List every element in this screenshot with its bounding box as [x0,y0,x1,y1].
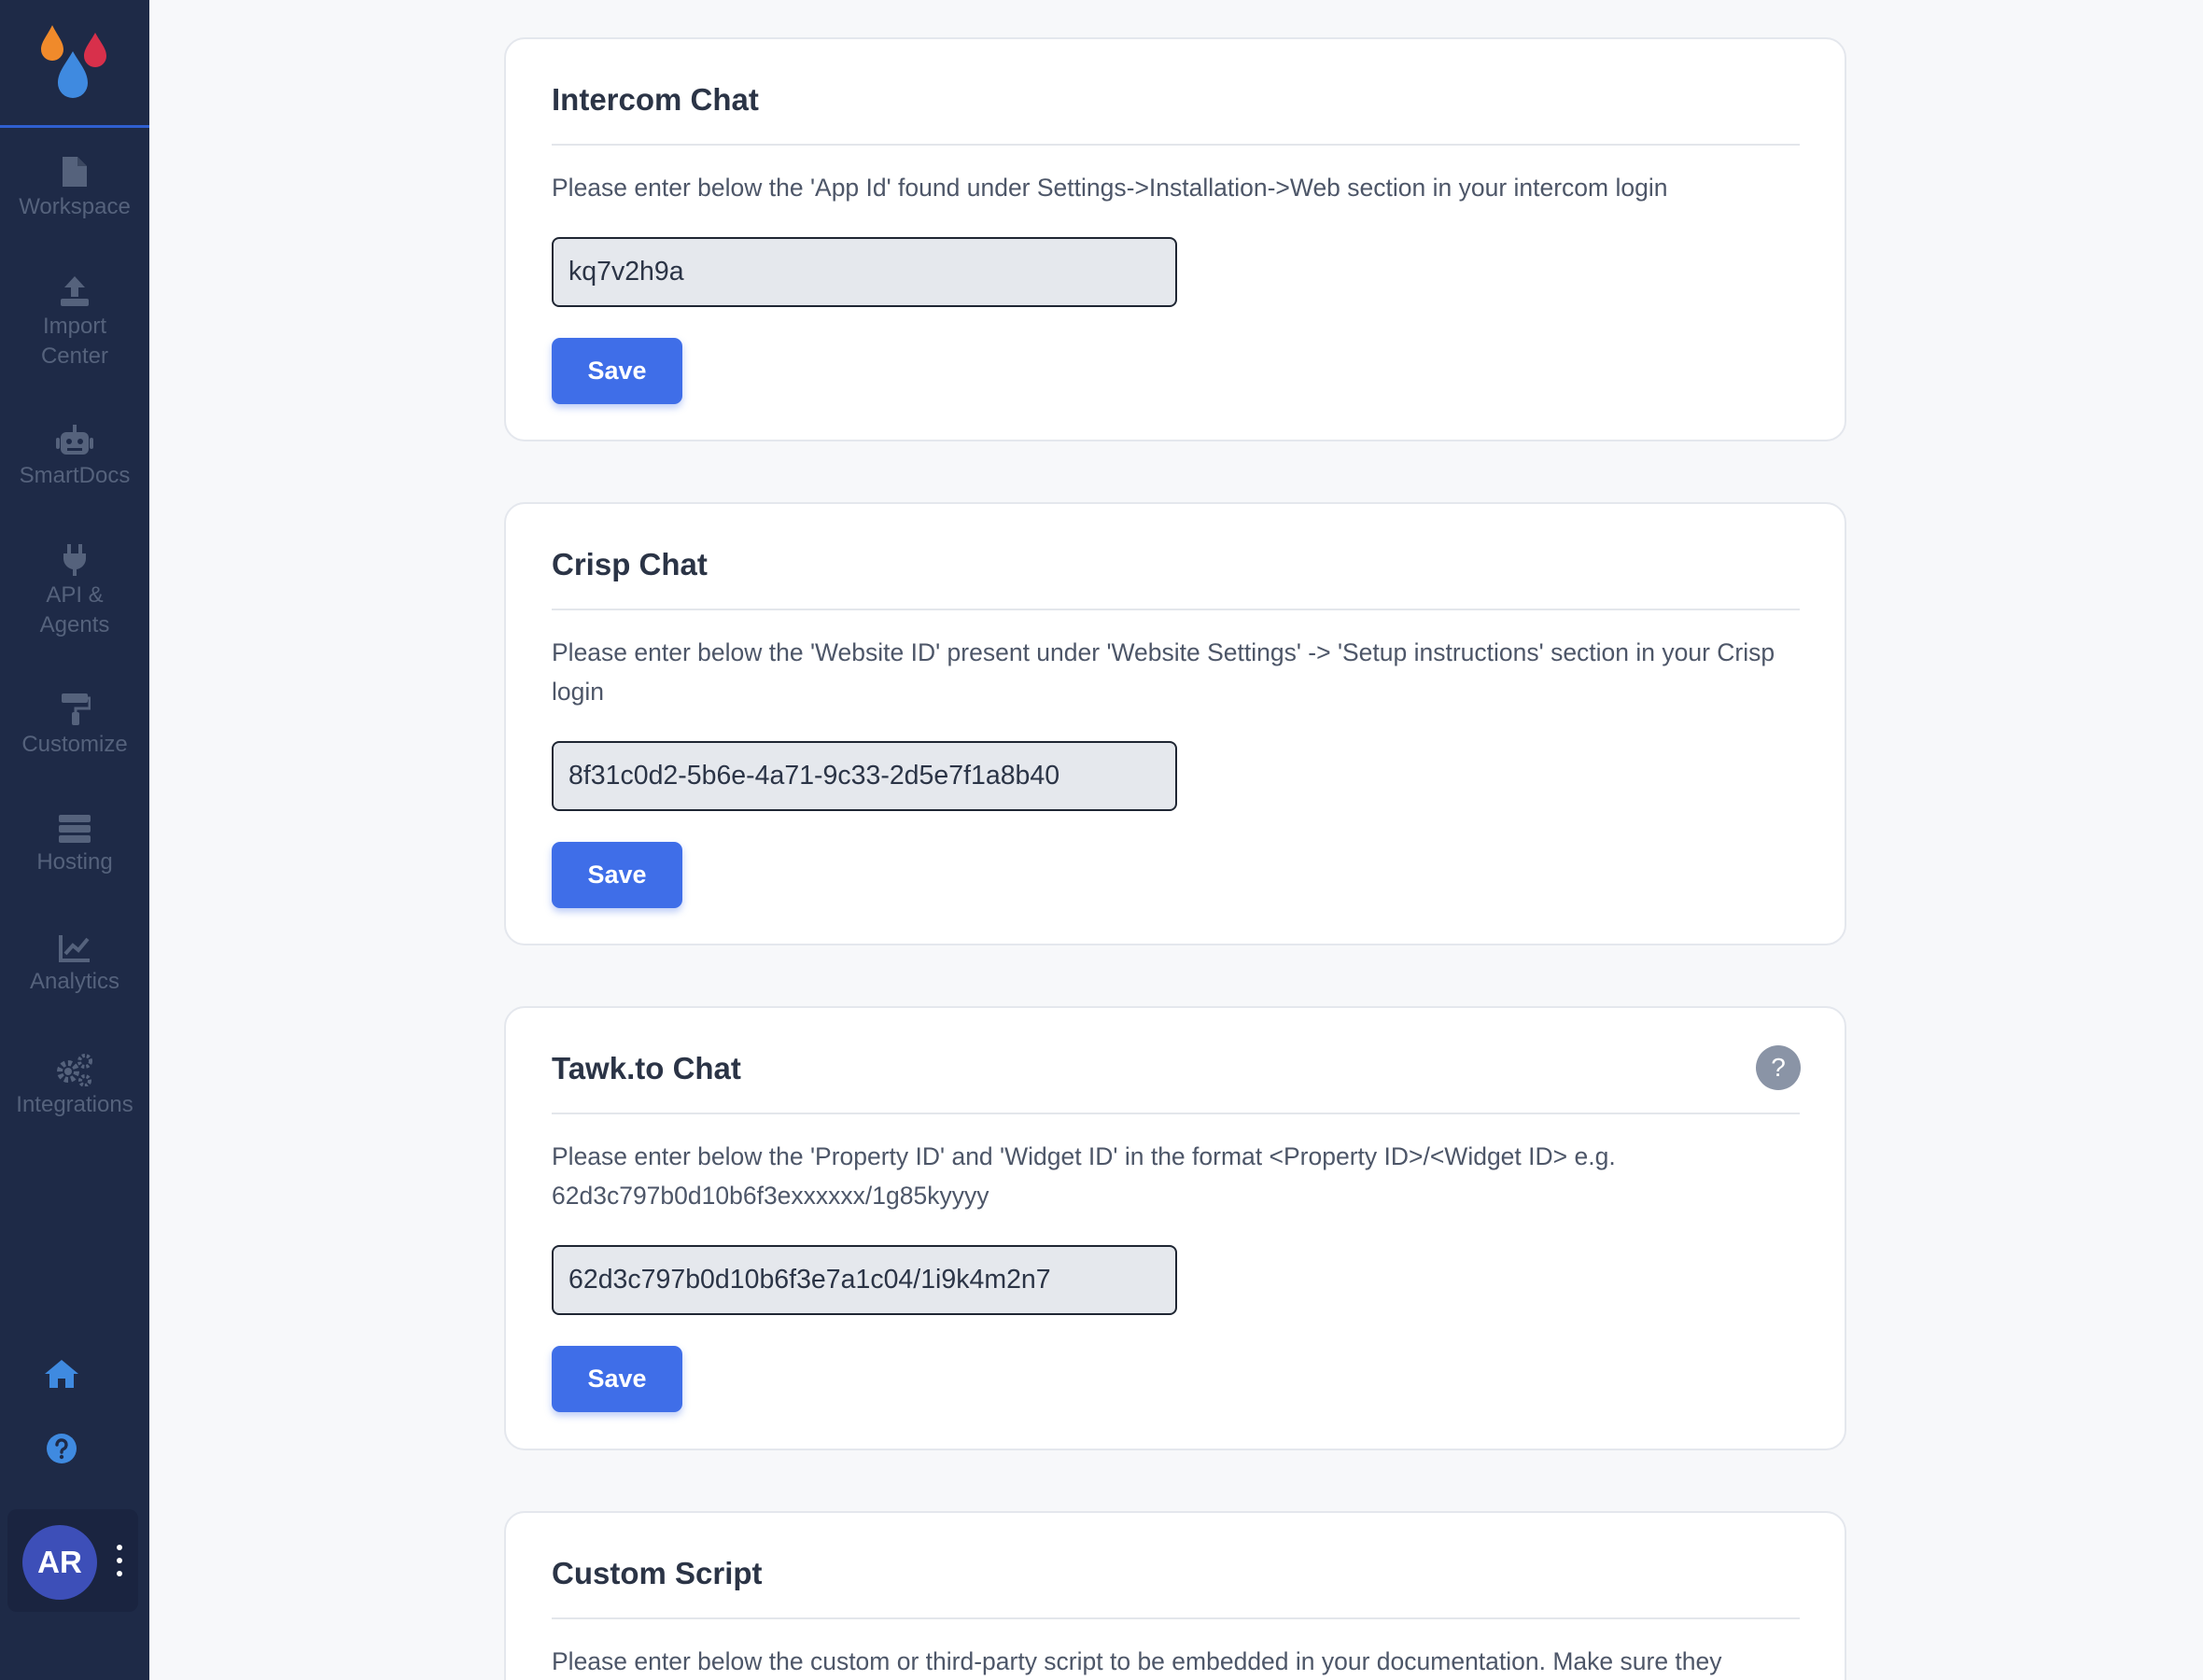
logo[interactable] [0,0,149,128]
sidebar-item-label: Integrations [16,1092,133,1117]
logo-drops-icon [41,25,106,98]
sidebar-item-smartdocs[interactable]: SmartDocs [0,424,149,491]
sidebar-item-label: Import Center [40,314,109,369]
sidebar-item-analytics[interactable]: Analytics [0,933,149,997]
help-icon[interactable] [41,1428,82,1469]
divider [552,1617,1800,1619]
app-root: Workspace Import Center SmartDocs API & … [0,0,2203,1680]
tawkto-id-input[interactable] [552,1245,1177,1315]
more-options-icon[interactable] [112,1545,127,1576]
avatar[interactable]: AR [22,1525,97,1600]
divider [552,144,1800,146]
sidebar-item-label: Customize [21,732,128,757]
tawkto-chat-card: Tawk.to Chat ? Please enter below the 'P… [504,1006,1846,1450]
robot-icon [56,425,93,455]
plug-icon [63,544,86,576]
sidebar-item-api-agents[interactable]: API & Agents [0,543,149,640]
card-title: Custom Script [552,1556,763,1590]
gears-icon [57,1054,92,1086]
custom-script-card: Custom Script Please enter below the cus… [504,1511,1846,1680]
card-title: Crisp Chat [552,547,708,581]
card-description: Please enter below the 'Property ID' and… [552,1142,1616,1210]
divider [552,609,1800,610]
sidebar-item-workspace[interactable]: Workspace [0,155,149,222]
card-description: Please enter below the custom or third-p… [552,1647,1722,1675]
card-description: Please enter below the 'Website ID' pres… [552,638,1775,706]
card-description: Please enter below the 'App Id' found un… [552,174,1668,202]
file-icon [63,157,87,187]
sidebar-item-label: Hosting [36,849,113,875]
crisp-website-id-input[interactable] [552,741,1177,811]
card-title: Tawk.to Chat [552,1051,741,1085]
chart-line-icon [59,935,90,962]
tawkto-save-button[interactable]: Save [552,1346,682,1412]
divider [552,1113,1800,1114]
card-title: Intercom Chat [552,82,759,117]
paint-roller-icon [62,693,91,725]
crisp-save-button[interactable]: Save [552,842,682,908]
tawkto-help-button[interactable]: ? [1756,1045,1801,1090]
crisp-chat-card: Crisp Chat Please enter below the 'Websi… [504,502,1846,945]
server-icon [59,815,91,843]
sidebar-item-hosting[interactable]: Hosting [0,814,149,877]
home-icon[interactable] [41,1353,82,1394]
sidebar-item-integrations[interactable]: Integrations [0,1053,149,1120]
sidebar-item-label: API & Agents [39,582,110,637]
sidebar-item-import-center[interactable]: Import Center [0,274,149,371]
intercom-save-button[interactable]: Save [552,338,682,404]
sidebar-item-customize[interactable]: Customize [0,693,149,760]
sidebar-item-label: Analytics [29,969,120,994]
sidebar-item-label: Workspace [19,194,131,219]
intercom-chat-card: Intercom Chat Please enter below the 'Ap… [504,37,1846,441]
intercom-app-id-input[interactable] [552,237,1177,307]
sidebar-item-label: SmartDocs [19,463,131,488]
upload-icon [61,276,89,306]
user-menu: AR [7,1509,138,1612]
sidebar: Workspace Import Center SmartDocs API & … [0,0,149,1680]
